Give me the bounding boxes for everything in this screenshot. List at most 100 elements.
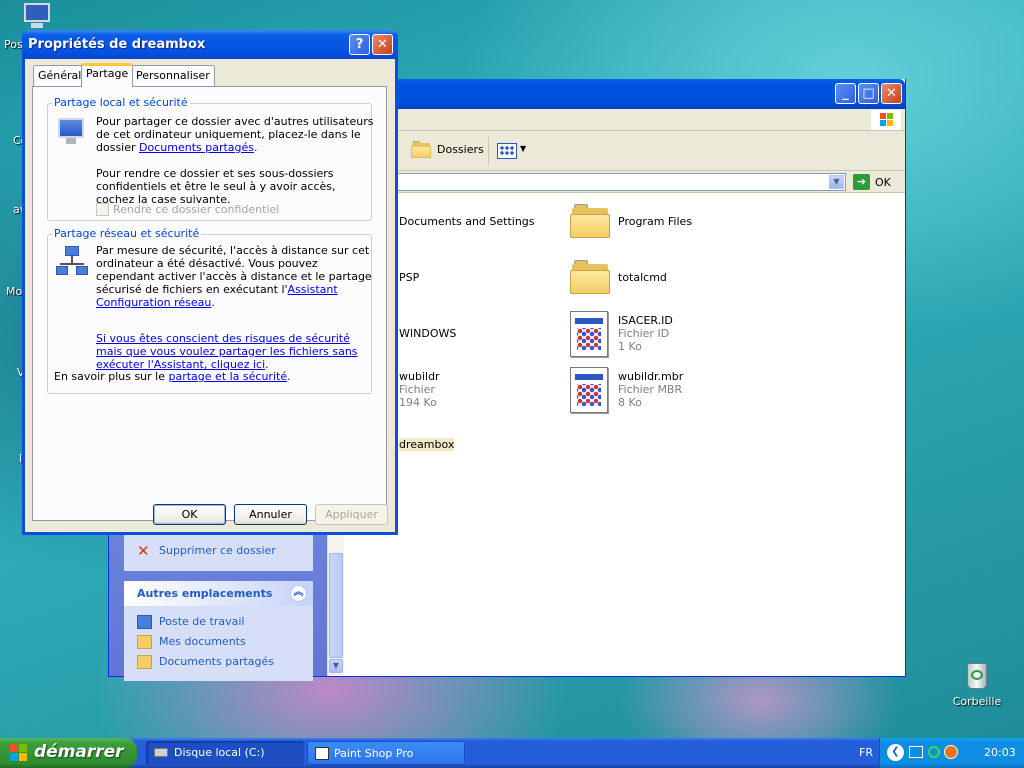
file-size: 194 Ko [399, 396, 437, 409]
ok-button-label: OK [181, 508, 198, 521]
file-type: Fichier [399, 383, 435, 396]
clock[interactable]: 20:03 [984, 746, 1016, 759]
folder-tasks-panel: ✕ Supprimer ce dossier [124, 533, 313, 571]
help-button[interactable]: ? [349, 34, 370, 55]
collapse-chevron-icon[interactable]: ︽ [290, 585, 307, 602]
go-arrow-icon[interactable]: ➔ [853, 174, 870, 190]
folder-icon [570, 204, 610, 238]
other-places-header[interactable]: Autres emplacements ︽ [124, 581, 313, 606]
minimize-button[interactable]: _ [835, 83, 856, 104]
network-tray-icon[interactable] [909, 746, 923, 758]
file-type: Fichier MBR [618, 383, 683, 396]
file-item-dreambox[interactable]: dreambox [399, 435, 519, 479]
paint-shop-pro-icon [315, 747, 329, 760]
ok-button[interactable]: OK [153, 504, 226, 525]
file-name: ISACER.ID [618, 314, 673, 327]
folders-icon [411, 141, 431, 158]
dialog-titlebar[interactable]: Propriétés de dreambox ? ✕ [22, 30, 398, 59]
sharing-security-link[interactable]: partage et la sécurité [169, 370, 288, 383]
folders-button-label: Dossiers [437, 143, 484, 156]
file-item-windows[interactable]: WINDOWS [399, 322, 519, 366]
computer-security-icon [56, 116, 90, 148]
private-folder-checkbox-label[interactable]: Rendre ce dossier confidentiel [113, 203, 279, 216]
file-item-psp[interactable]: PSP [399, 266, 519, 310]
system-tray: ❮ 20:03 [879, 738, 1024, 768]
place-link-my-computer[interactable]: Poste de travail [124, 612, 313, 632]
views-icon [497, 143, 517, 159]
place-link-shared-documents[interactable]: Documents partagés [124, 652, 313, 672]
file-name: WINDOWS [399, 327, 457, 340]
taskbar-button-label: Disque local (C:) [174, 746, 265, 759]
tab-label: Partage [86, 67, 129, 80]
folders-button[interactable]: Dossiers [407, 137, 484, 163]
file-icon [570, 367, 608, 413]
file-name: Documents and Settings [399, 215, 535, 228]
file-item-isacer-id[interactable]: ISACER.ID Fichier ID 1 Ko [570, 311, 730, 359]
go-button-label[interactable]: OK [875, 176, 891, 189]
file-item-wubildr-mbr[interactable]: wubildr.mbr Fichier MBR 8 Ko [570, 367, 730, 415]
address-dropdown-button[interactable]: ▼ [829, 175, 844, 189]
file-name: Program Files [618, 215, 693, 228]
documents-folder-icon [137, 635, 152, 649]
local-sharing-group: Partage local et sécurité Pour partager … [47, 96, 373, 221]
file-item-documents-and-settings[interactable]: Documents and Settings [399, 210, 549, 254]
private-folder-checkbox[interactable] [96, 203, 109, 216]
apply-button-label: Appliquer [325, 508, 378, 521]
place-link-my-documents[interactable]: Mes documents [124, 632, 313, 652]
file-name: PSP [399, 271, 420, 284]
security-tray-icon[interactable] [944, 745, 958, 759]
close-button[interactable]: ✕ [881, 83, 902, 104]
sharing-tab-panel: Partage local et sécurité Pour partager … [32, 86, 387, 521]
file-item-totalcmd[interactable]: totalcmd [570, 260, 730, 304]
network-sharing-text: Par mesure de sécurité, l'accès à distan… [96, 244, 376, 384]
wireless-tray-icon[interactable] [928, 746, 940, 758]
start-button-label: démarrer [34, 742, 124, 762]
paragraph-end: . [211, 296, 215, 309]
taskbar-button-local-disk[interactable]: Disque local (C:) [146, 741, 304, 765]
maximize-button[interactable]: □ [858, 83, 879, 104]
shared-documents-link[interactable]: Documents partagés [139, 141, 254, 154]
language-indicator[interactable]: FR [859, 746, 873, 759]
group-title: Partage local et sécurité [52, 96, 190, 109]
tab-customize[interactable]: Personnaliser [131, 65, 215, 86]
learn-more-line: En savoir plus sur le partage et la sécu… [54, 370, 291, 383]
desktop-icon-label: Corbeille [952, 695, 1002, 708]
toolbar-separator [488, 137, 489, 165]
cancel-button[interactable]: Annuler [234, 504, 307, 525]
computer-icon [22, 3, 52, 29]
file-item-wubildr[interactable]: wubildr Fichier 194 Ko [399, 367, 519, 411]
apply-button[interactable]: Appliquer [315, 504, 388, 525]
tab-sharing[interactable]: Partage [81, 63, 134, 87]
delete-folder-link[interactable]: ✕ Supprimer ce dossier [124, 541, 313, 561]
cancel-button-label: Annuler [249, 508, 292, 521]
properties-dialog: Propriétés de dreambox ? ✕ Général Parta… [22, 30, 398, 535]
scroll-down-button[interactable]: ▼ [329, 659, 343, 673]
share-without-wizard-link[interactable]: Si vous êtes conscient des risques de sé… [96, 332, 358, 371]
taskbar-button-paint-shop-pro[interactable]: Paint Shop Pro [307, 741, 465, 765]
file-type: Fichier ID [618, 327, 670, 340]
desktop-icon-label-fragment[interactable]: Mo [6, 285, 22, 298]
folder-icon [570, 260, 610, 294]
computer-icon [137, 615, 152, 629]
windows-flag-icon [10, 744, 28, 762]
file-size: 1 Ko [618, 340, 642, 353]
tab-label: Personnaliser [136, 69, 210, 82]
dialog-body: Général Partage Personnaliser Partage lo… [25, 59, 395, 532]
file-item-program-files[interactable]: Program Files [570, 204, 730, 248]
tab-general[interactable]: Général [33, 65, 87, 86]
start-button[interactable]: démarrer [0, 738, 137, 768]
desktop-icon-label-fragment: Pos [4, 38, 23, 51]
paragraph-end: . [254, 141, 258, 154]
close-button[interactable]: ✕ [372, 34, 393, 55]
desktop-icon-recycle-bin[interactable]: Corbeille [938, 657, 1016, 708]
views-button[interactable]: ▼ [495, 141, 529, 161]
dialog-title: Propriétés de dreambox [28, 37, 206, 52]
learn-more-text: En savoir plus sur le [54, 370, 165, 383]
delete-folder-label: Supprimer ce dossier [159, 544, 276, 557]
file-name: totalcmd [618, 271, 667, 284]
delete-icon: ✕ [137, 542, 150, 560]
taskbar: démarrer Disque local (C:) Paint Shop Pr… [0, 738, 1024, 768]
tray-expand-icon[interactable]: ❮ [887, 744, 904, 761]
windows-logo-icon [871, 110, 901, 130]
scrollbar-thumb[interactable] [329, 553, 343, 658]
